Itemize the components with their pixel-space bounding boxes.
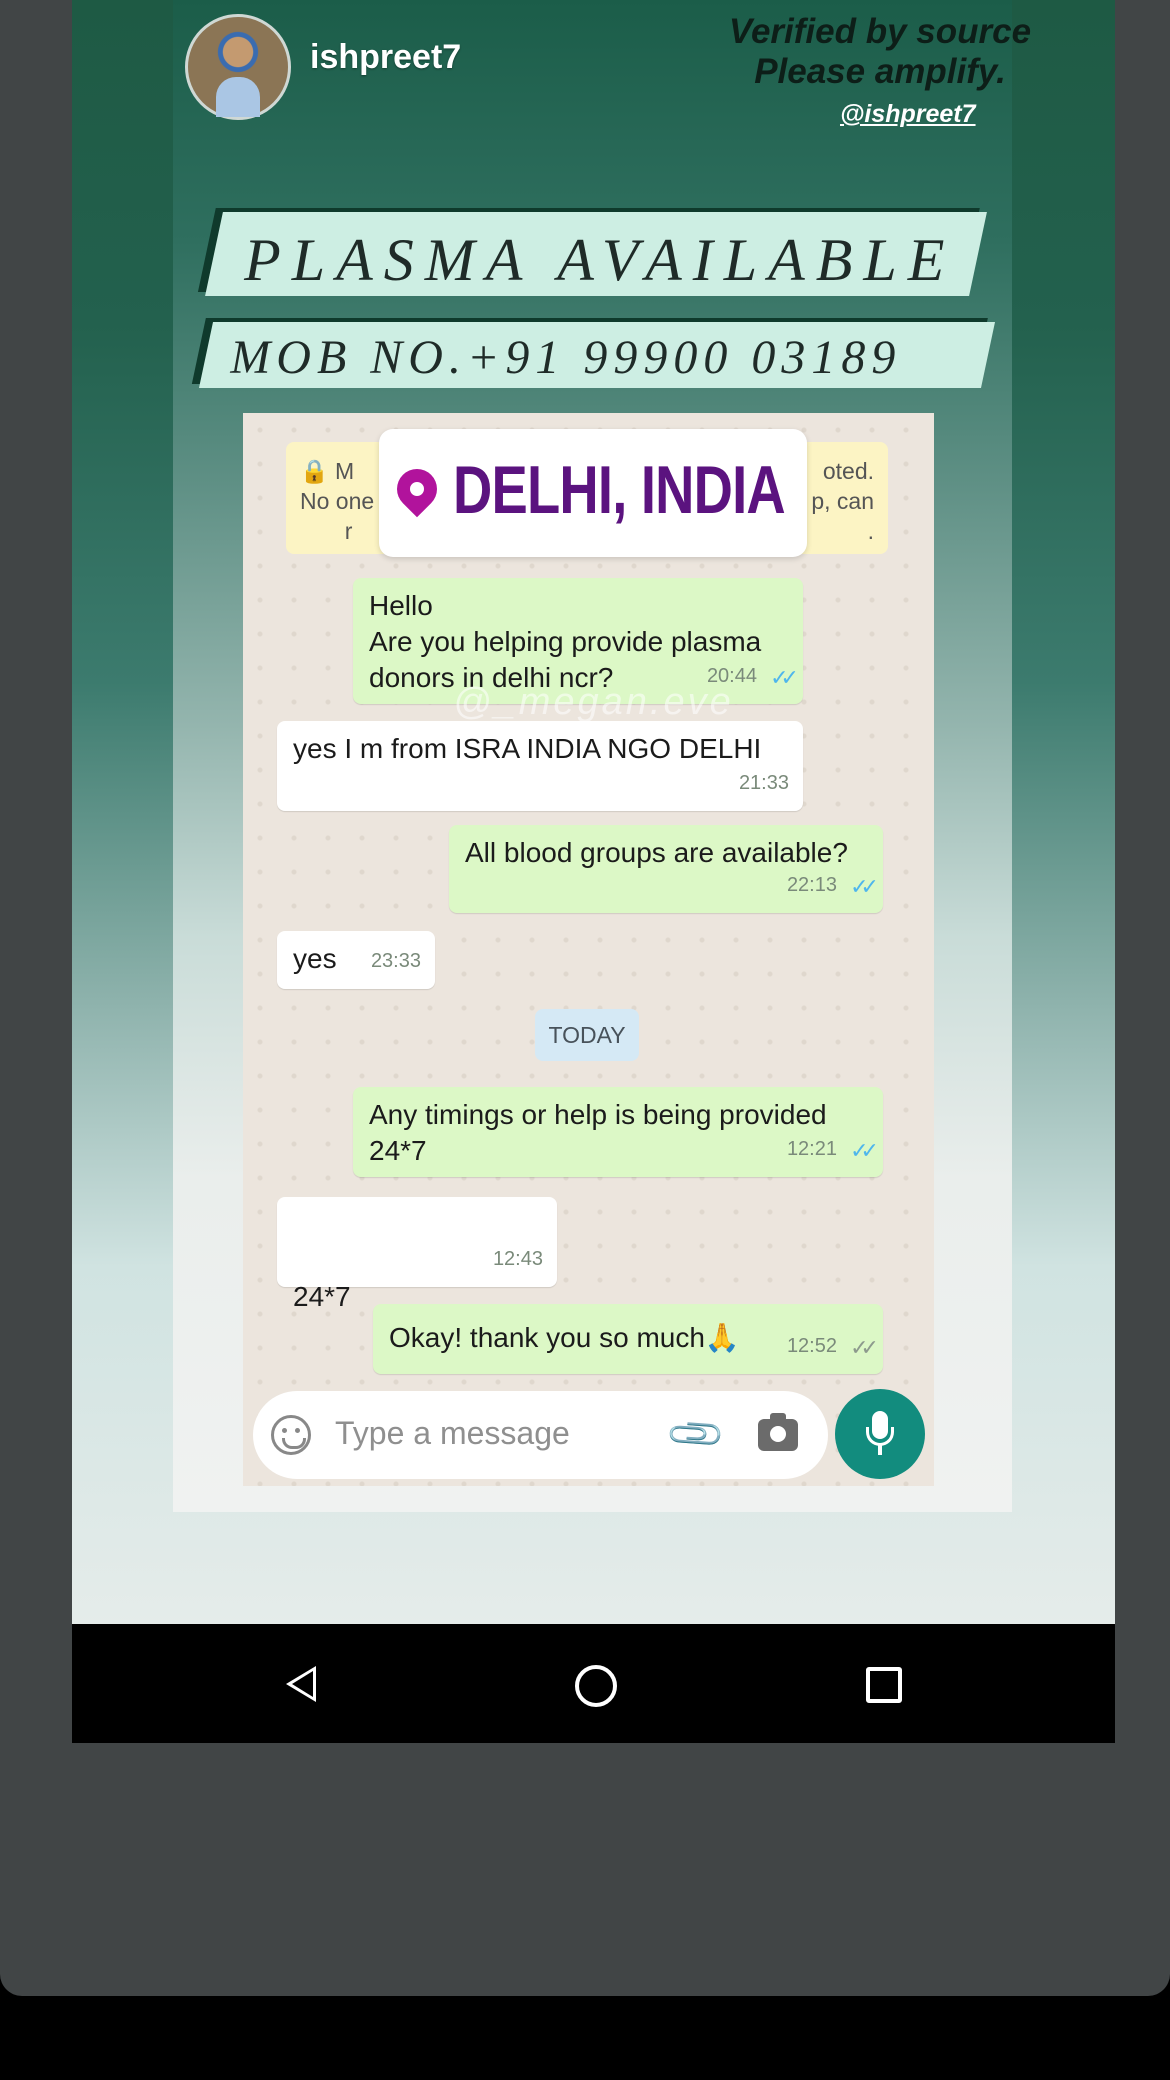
encryption-text-left: 🔒 M No one r	[300, 458, 375, 544]
message-time: 12:52	[786, 1335, 837, 1357]
avatar[interactable]	[185, 14, 291, 120]
message-outgoing: Any timings or help is being provided 24…	[353, 1087, 883, 1177]
handle-mention[interactable]: @ishpreet7	[840, 100, 976, 129]
message-time: 21:33	[738, 772, 789, 794]
message-text: Okay! thank you so much🙏	[389, 1322, 740, 1353]
location-label: DELHI, INDIA	[453, 452, 786, 528]
whatsapp-chat-screenshot: 🔒 M No one r oted. p, can. DELHI, INDIA He…	[243, 413, 934, 1486]
message-text: Hello Are you helping provide plasma don…	[369, 590, 762, 693]
story-screen: ishpreet7 Verified by source Please ampl…	[72, 0, 1115, 1624]
message-text: Any timings or help is being provided 24…	[369, 1099, 827, 1166]
outer-frame: ishpreet7 Verified by source Please ampl…	[0, 0, 1170, 1996]
message-input-bar[interactable]: Type a message 📎	[253, 1391, 828, 1479]
location-pin-icon	[388, 460, 446, 518]
story-username[interactable]: ishpreet7	[310, 38, 461, 77]
message-outgoing: All blood groups are available? 22:13 ✓✓	[449, 825, 883, 913]
message-time: 22:13	[786, 874, 837, 896]
day-divider: TODAY	[535, 1009, 639, 1061]
plasma-banner: PLASMA AVAILABLE	[205, 212, 987, 296]
message-outgoing: Okay! thank you so much🙏 12:52 ✓✓	[373, 1304, 883, 1374]
message-text: yes I m from ISRA INDIA NGO DELHI	[293, 733, 762, 764]
verified-line-1: Verified by source	[728, 12, 1032, 51]
back-icon[interactable]	[286, 1666, 316, 1702]
android-nav-bar	[72, 1624, 1115, 1743]
plasma-banner-text: PLASMA AVAILABLE	[244, 227, 956, 293]
recents-icon[interactable]	[866, 1667, 902, 1703]
camera-icon[interactable]	[758, 1413, 798, 1451]
message-incoming: yes I m from ISRA INDIA NGO DELHI 21:33	[277, 721, 803, 811]
message-incoming: yes 23:33	[277, 931, 435, 989]
phone-banner-text: MOB NO.+91 99900 03189	[230, 331, 902, 384]
message-input[interactable]: Type a message	[335, 1415, 570, 1452]
phone-banner: MOB NO.+91 99900 03189	[198, 322, 996, 388]
message-time: 12:43	[492, 1248, 543, 1270]
location-sticker[interactable]: DELHI, INDIA	[379, 429, 807, 557]
verified-caption: Verified by source Please amplify.	[690, 12, 1070, 92]
read-receipt-icon: ✓✓	[850, 1138, 879, 1163]
watermark: @_megan.eve	[453, 681, 734, 723]
mic-button[interactable]	[835, 1389, 925, 1479]
message-text: All blood groups are available?	[465, 837, 848, 868]
emoji-icon[interactable]	[271, 1415, 311, 1455]
read-receipt-icon: ✓✓	[770, 665, 799, 690]
home-icon[interactable]	[575, 1665, 617, 1707]
message-text: yes	[293, 943, 337, 974]
verified-line-2: Please amplify.	[754, 52, 1006, 91]
message-time: 23:33	[370, 950, 421, 972]
attach-icon[interactable]: 📎	[664, 1403, 729, 1468]
delivered-receipt-icon: ✓✓	[850, 1335, 879, 1360]
message-time: 12:21	[786, 1138, 837, 1160]
read-receipt-icon: ✓✓	[850, 874, 879, 899]
message-incoming: 24*7 8595101101 12:43	[277, 1197, 557, 1420]
encryption-text-right: oted. p, can.	[811, 458, 874, 544]
lock-icon: 🔒	[300, 458, 329, 484]
